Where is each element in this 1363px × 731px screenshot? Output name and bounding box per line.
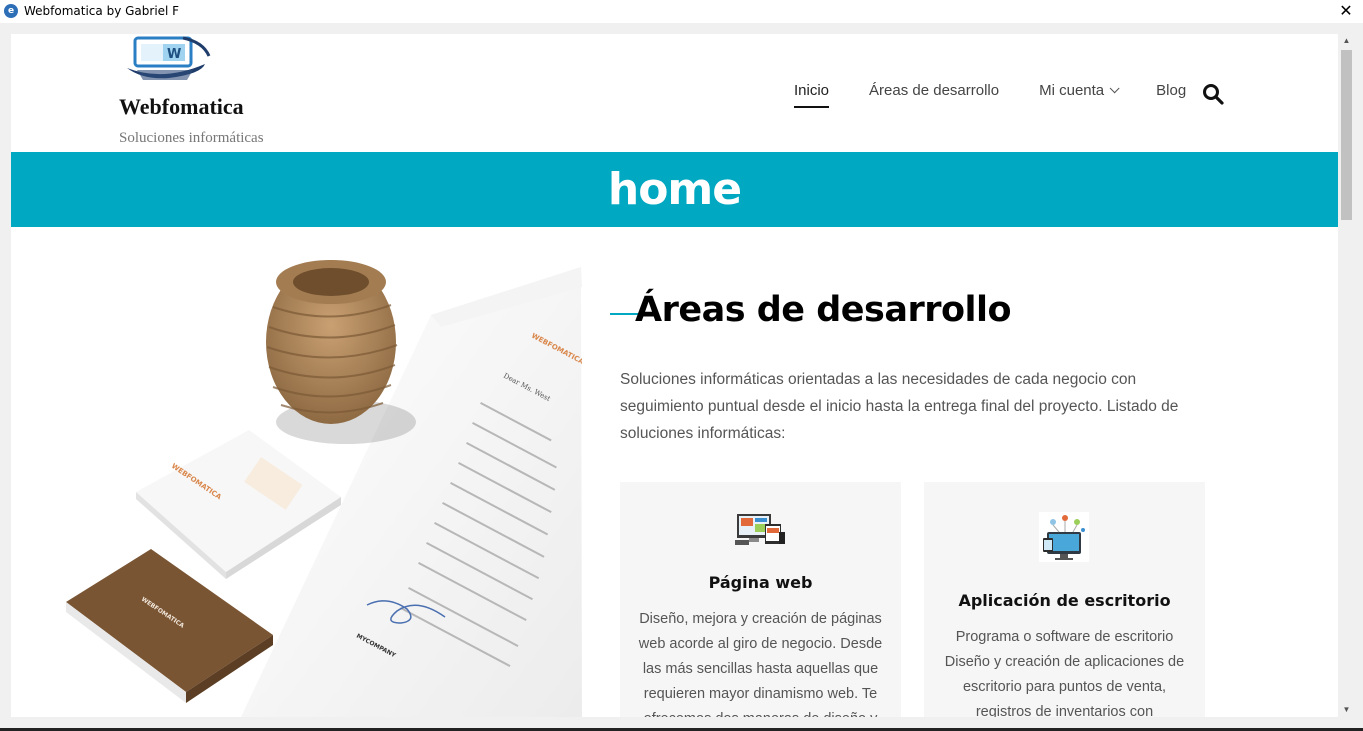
page-scrollbar[interactable]: ▲ ▼	[1338, 34, 1355, 717]
site-name[interactable]: Webfomatica	[119, 94, 244, 120]
service-card-desktop[interactable]: Aplicación de escritorio Programa o soft…	[924, 482, 1205, 717]
browser-frame: W Webfomatica Soluciones informáticas In…	[0, 23, 1363, 731]
desktop-app-icon	[1039, 512, 1089, 562]
app-globe-icon: e	[4, 4, 18, 18]
nav-item-areas[interactable]: Áreas de desarrollo	[869, 82, 999, 99]
card-description: Programa o software de escritorio Diseño…	[944, 629, 1185, 717]
search-icon[interactable]	[1202, 83, 1224, 105]
nav-item-blog[interactable]: Blog	[1156, 82, 1186, 99]
card-title: Aplicación de escritorio	[958, 591, 1171, 610]
section-title: Áreas de desarrollo	[635, 290, 1012, 330]
chevron-down-icon	[1109, 83, 1120, 94]
scroll-down-icon[interactable]: ▼	[1338, 703, 1355, 717]
page-title: home	[607, 164, 742, 215]
window-title: Webfomatica by Gabriel F	[24, 4, 180, 18]
close-icon[interactable]: ✕	[1337, 1, 1355, 21]
page-banner: home	[11, 152, 1338, 227]
nav-label: Inicio	[794, 82, 830, 99]
nav-label: Áreas de desarrollo	[869, 82, 1000, 99]
nav-label: Mi cuenta	[1039, 82, 1105, 99]
service-card-web[interactable]: Página web Diseño, mejora y creación de …	[620, 482, 901, 717]
card-title: Página web	[708, 573, 813, 592]
nav-item-mi-cuenta[interactable]: Mi cuenta	[1039, 82, 1120, 99]
section-description: Soluciones informáticas orientadas a las…	[620, 371, 1179, 442]
card-description: Diseño, mejora y creación de páginas web…	[638, 611, 883, 717]
scroll-thumb[interactable]	[1341, 50, 1352, 220]
stationery-mockup-image: WEBFOMATICA Dear Ms. West MYCOMPANY WEBF…	[11, 227, 582, 717]
window-titlebar: e Webfomatica by Gabriel F ✕	[0, 0, 1363, 23]
web-devices-icon	[735, 512, 785, 548]
site-logo[interactable]: W	[123, 34, 213, 86]
nav-label: Blog	[1156, 82, 1187, 99]
web-page: W Webfomatica Soluciones informáticas In…	[11, 34, 1338, 717]
nav-item-inicio[interactable]: Inicio	[794, 82, 830, 108]
scroll-up-icon[interactable]: ▲	[1338, 34, 1355, 48]
logo-letter: W	[167, 47, 181, 62]
site-tagline: Soluciones informáticas	[119, 130, 264, 146]
main-nav: Inicio Áreas de desarrollo Mi cuenta Blo…	[794, 82, 1226, 108]
